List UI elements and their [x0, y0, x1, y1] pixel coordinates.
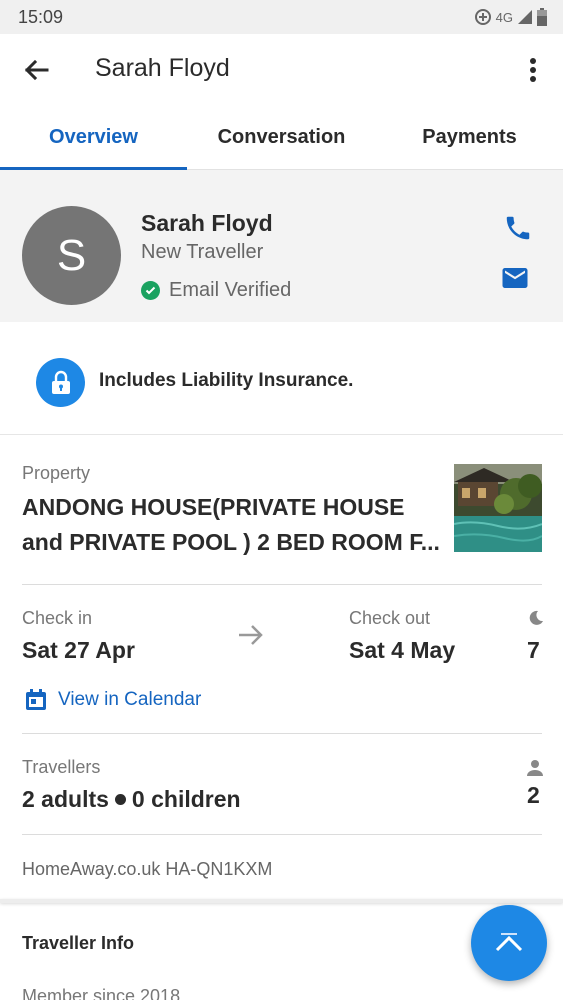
- status-bar: 15:09 4G: [0, 0, 563, 34]
- traveller-info-heading: Traveller Info: [22, 933, 135, 953]
- bullet-separator: [114, 794, 126, 805]
- travellers-label: Travellers: [22, 757, 101, 777]
- nights-count: 7: [527, 637, 540, 663]
- person-icon: [527, 760, 543, 776]
- status-time: 15:09: [18, 7, 64, 27]
- status-icons: 4G: [474, 6, 547, 28]
- member-since: Member since 2018: [22, 986, 181, 1000]
- divider: [22, 834, 542, 835]
- property-photo[interactable]: [454, 464, 542, 552]
- page-title: Sarah Floyd: [95, 54, 230, 82]
- travellers-summary: 2 adults 0 children: [22, 786, 241, 813]
- signal-icon: [518, 10, 532, 24]
- travellers-count: 2: [527, 782, 540, 808]
- verification-row: Email Verified: [141, 279, 291, 302]
- divider: [22, 733, 542, 734]
- battery-icon: [537, 8, 547, 26]
- moon-icon: [529, 610, 543, 625]
- children-count: 0 children: [131, 786, 241, 812]
- scroll-up-button[interactable]: [471, 905, 547, 981]
- divider: [22, 584, 542, 585]
- booking-reference: HomeAway.co.uk HA-QN1KXM: [22, 859, 273, 879]
- checkin-label: Check in: [22, 608, 93, 628]
- section-separator: [0, 899, 563, 903]
- view-in-calendar-link[interactable]: View in Calendar: [24, 688, 201, 712]
- checkin-date: Sat 27 Apr: [22, 637, 135, 663]
- property-name[interactable]: ANDONG HOUSE(PRIVATE HOUSE and PRIVATE P…: [22, 490, 442, 560]
- tab-conversation[interactable]: Conversation: [188, 104, 375, 170]
- calendar-icon: [26, 689, 46, 710]
- checkout-label: Check out: [349, 608, 431, 628]
- more-vert-icon[interactable]: [521, 54, 545, 86]
- calendar-link-label: View in Calendar: [58, 689, 202, 710]
- tab-overview[interactable]: Overview: [0, 104, 187, 170]
- scroll-up-icon: [495, 933, 523, 952]
- arrow-right-icon: [239, 625, 263, 645]
- tab-payments[interactable]: Payments: [376, 104, 563, 170]
- adults-count: 2 adults: [22, 786, 109, 812]
- app-bar: Sarah Floyd: [0, 34, 563, 104]
- lock-icon: [36, 358, 85, 407]
- guest-profile: S Sarah Floyd New Traveller Email Verifi…: [0, 170, 563, 322]
- guest-status: New Traveller: [141, 241, 264, 263]
- check-icon: [141, 281, 160, 300]
- network-type: 4G: [495, 9, 513, 25]
- tab-bar: Overview Conversation Payments: [0, 104, 563, 170]
- data-saver-icon: [474, 9, 491, 25]
- mail-icon[interactable]: [500, 263, 530, 293]
- back-arrow-icon[interactable]: [20, 54, 52, 86]
- avatar: S: [22, 206, 121, 305]
- property-label: Property: [22, 463, 91, 483]
- insurance-banner: Includes Liability Insurance.: [0, 322, 563, 435]
- guest-name: Sarah Floyd: [141, 210, 273, 236]
- verified-label: Email Verified: [169, 279, 292, 301]
- insurance-text: Includes Liability Insurance.: [99, 370, 354, 391]
- checkout-date: Sat 4 May: [349, 637, 456, 663]
- phone-icon[interactable]: [503, 213, 533, 243]
